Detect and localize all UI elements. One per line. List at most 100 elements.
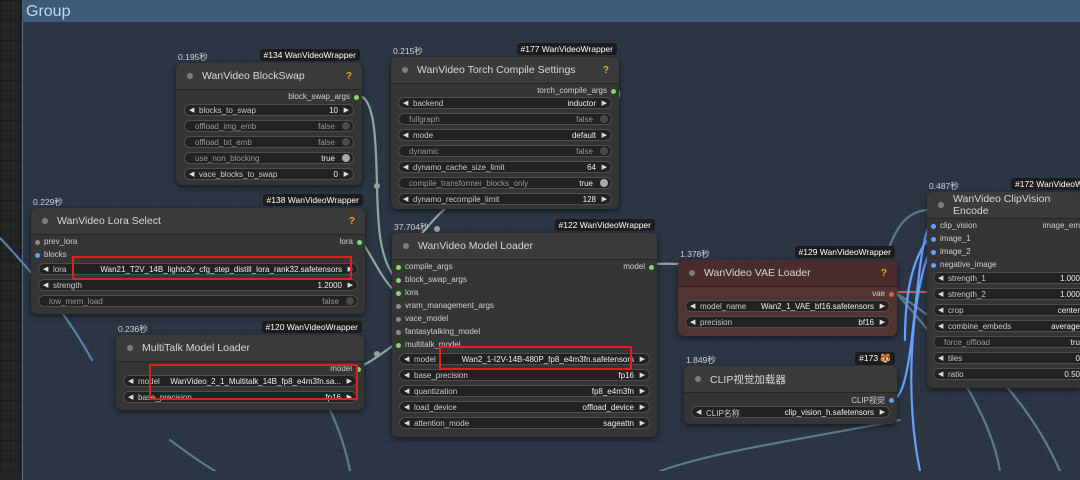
collapse-dot[interactable] <box>403 243 409 249</box>
node-model-loader[interactable]: 37.704秒 #122 WanVideoWrapper WanVideo Mo… <box>392 219 657 437</box>
decrement-icon[interactable]: ◀ <box>938 274 943 282</box>
combo-load-device[interactable]: ◀ load_device offload_device ▶ <box>399 401 650 413</box>
node-clipvision-encode[interactable]: 0.487秒 #172 WanVideoWrapper WanVideo Cli… <box>927 178 1080 388</box>
widget-strength[interactable]: ◀ strength 1.2000 ▶ <box>38 279 358 291</box>
collapse-dot[interactable] <box>402 67 408 73</box>
combo-base-precision[interactable]: ◀ base_precision fp16 ▶ <box>399 369 650 381</box>
toggle-offload-txt-emb[interactable]: offload_txt_emb false <box>184 136 354 148</box>
widget-dynamo-recompile-limit[interactable]: ◀ dynamo_recompile_limit 128 ▶ <box>398 193 612 205</box>
increment-icon[interactable]: ▶ <box>348 281 353 289</box>
prev-icon[interactable]: ◀ <box>690 302 695 310</box>
increment-icon[interactable]: ▶ <box>344 106 349 114</box>
toggle-force-offload[interactable]: force_offload tru <box>933 336 1080 348</box>
combo-mode[interactable]: ◀ mode default ▶ <box>398 129 612 141</box>
help-icon[interactable]: ? <box>881 268 887 279</box>
input-block-swap-args[interactable]: block_swap_args <box>392 274 657 287</box>
output-slot[interactable] <box>889 398 894 403</box>
input-prev-lora[interactable]: prev_lora lora <box>31 236 365 249</box>
decrement-icon[interactable]: ◀ <box>938 370 943 378</box>
increment-icon[interactable]: ▶ <box>602 163 607 171</box>
toggle-compile-transformer-blocks-only[interactable]: compile_transformer_blocks_only true <box>398 177 612 189</box>
input-slot[interactable] <box>396 304 401 309</box>
input-slot[interactable] <box>396 343 401 348</box>
input-negative-image[interactable]: negative_image <box>927 259 1080 272</box>
input-slot[interactable] <box>931 237 936 242</box>
input-slot[interactable] <box>396 278 401 283</box>
next-icon[interactable]: ▶ <box>640 371 645 379</box>
decrement-icon[interactable]: ◀ <box>938 354 943 362</box>
input-fantasytalking-model[interactable]: fantasytalking_model <box>392 326 657 339</box>
toggle-offload-img-emb[interactable]: offload_img_emb false <box>184 120 354 132</box>
increment-icon[interactable]: ▶ <box>602 195 607 203</box>
collapse-dot[interactable] <box>689 270 695 276</box>
collapse-dot[interactable] <box>187 73 193 79</box>
next-icon[interactable]: ▶ <box>602 99 607 107</box>
node-clip-vision-loader[interactable]: 1.849秒 #173 🐯 CLIP视觉加载器 CLIP视觉 ◀ CLIP名称 cl… <box>684 352 897 424</box>
decrement-icon[interactable]: ◀ <box>938 290 943 298</box>
widget-tiles[interactable]: ◀ tiles 0 <box>933 352 1080 364</box>
decrement-icon[interactable]: ◀ <box>189 106 194 114</box>
output-slot[interactable] <box>357 240 362 245</box>
prev-icon[interactable]: ◀ <box>43 265 48 273</box>
input-image-1[interactable]: image_1 <box>927 233 1080 246</box>
input-slot[interactable] <box>396 291 401 296</box>
widget-blocks-to-swap[interactable]: ◀ blocks_to_swap 10 ▶ <box>184 104 354 116</box>
input-slot[interactable] <box>931 250 936 255</box>
next-icon[interactable]: ▶ <box>640 355 645 363</box>
toggle-fullgraph[interactable]: fullgraph false <box>398 113 612 125</box>
output-slot[interactable] <box>649 265 654 270</box>
toggle-use-non-blocking[interactable]: use_non_blocking true <box>184 152 354 164</box>
prev-icon[interactable]: ◀ <box>404 387 409 395</box>
prev-icon[interactable]: ◀ <box>128 393 133 401</box>
prev-icon[interactable]: ◀ <box>696 408 701 416</box>
node-vae-loader[interactable]: 1.378秒 #129 WanVideoWrapper WanVideo VAE… <box>678 246 897 336</box>
help-icon[interactable]: ? <box>349 216 355 227</box>
prev-icon[interactable]: ◀ <box>938 306 943 314</box>
collapse-dot[interactable] <box>695 376 701 382</box>
combo-backend[interactable]: ◀ backend inductor ▶ <box>398 97 612 109</box>
output-slot[interactable] <box>889 292 894 297</box>
help-icon[interactable]: ? <box>346 71 352 82</box>
next-icon[interactable]: ▶ <box>602 131 607 139</box>
input-slot[interactable] <box>396 265 401 270</box>
decrement-icon[interactable]: ◀ <box>403 195 408 203</box>
widget-dynamo-cache-size-limit[interactable]: ◀ dynamo_cache_size_limit 64 ▶ <box>398 161 612 173</box>
decrement-icon[interactable]: ◀ <box>403 163 408 171</box>
combo-precision[interactable]: ◀ precision bf16 ▶ <box>685 316 890 328</box>
combo-attention-mode[interactable]: ◀ attention_mode sageattn ▶ <box>399 417 650 429</box>
input-slot[interactable] <box>931 224 936 229</box>
collapse-dot[interactable] <box>42 218 48 224</box>
input-lora[interactable]: lora <box>392 287 657 300</box>
toggle-dynamic[interactable]: dynamic false <box>398 145 612 157</box>
input-slot[interactable] <box>35 253 40 258</box>
help-icon[interactable]: ? <box>603 65 609 76</box>
increment-icon[interactable]: ▶ <box>344 170 349 178</box>
combo-crop[interactable]: ◀ crop center <box>933 304 1080 316</box>
combo-model-name[interactable]: ◀ model_name Wan2_1_VAE_bf16.safetensors ▶ <box>685 300 890 312</box>
input-slot[interactable] <box>396 317 401 322</box>
prev-icon[interactable]: ◀ <box>404 371 409 379</box>
input-slot[interactable] <box>931 263 936 268</box>
collapse-dot[interactable] <box>127 345 133 351</box>
combo-clip-name[interactable]: ◀ CLIP名称 clip_vision_h.safetensors ▶ <box>691 406 890 418</box>
input-vace-model[interactable]: vace_model <box>392 313 657 326</box>
prev-icon[interactable]: ◀ <box>404 355 409 363</box>
widget-strength-2[interactable]: ◀ strength_2 1.000 <box>933 288 1080 300</box>
input-slot[interactable] <box>396 330 401 335</box>
node-block-swap[interactable]: 0.195秒 #134 WanVideoWrapper WanVideo Blo… <box>176 49 362 185</box>
next-icon[interactable]: ▶ <box>880 408 885 416</box>
input-vram-management-args[interactable]: vram_management_args <box>392 300 657 313</box>
next-icon[interactable]: ▶ <box>880 302 885 310</box>
widget-strength-1[interactable]: ◀ strength_1 1.000 <box>933 272 1080 284</box>
combo-combine-embeds[interactable]: ◀ combine_embeds average <box>933 320 1080 332</box>
output-slot[interactable] <box>354 95 359 100</box>
prev-icon[interactable]: ◀ <box>404 403 409 411</box>
next-icon[interactable]: ▶ <box>880 318 885 326</box>
decrement-icon[interactable]: ◀ <box>189 170 194 178</box>
next-icon[interactable]: ▶ <box>640 403 645 411</box>
widget-ratio[interactable]: ◀ ratio 0.50 <box>933 368 1080 380</box>
prev-icon[interactable]: ◀ <box>403 99 408 107</box>
input-image-2[interactable]: image_2 <box>927 246 1080 259</box>
widget-vace-blocks-to-swap[interactable]: ◀ vace_blocks_to_swap 0 ▶ <box>184 168 354 180</box>
prev-icon[interactable]: ◀ <box>404 419 409 427</box>
